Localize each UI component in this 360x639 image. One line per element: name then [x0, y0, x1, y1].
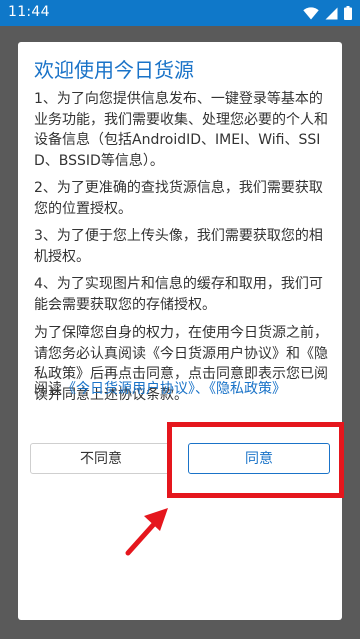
pointer-arrow-icon — [125, 508, 168, 556]
highlight-box — [167, 422, 344, 498]
read-prefix: 阅读 — [34, 381, 62, 397]
dialog-title: 欢迎使用今日货源 — [34, 58, 194, 82]
link-separator: 、 — [195, 381, 209, 397]
status-bar: 11:44 — [0, 0, 360, 26]
read-agreements-line: 阅读《今日货源用户协议》、《隐私政策》 — [34, 378, 286, 398]
privacy-policy-link[interactable]: 《隐私政策》 — [209, 381, 286, 397]
dialog-body: 1、为了向您提供信息发布、一键登录等基本的业务功能，我们需要收集、处理您必要的个… — [34, 89, 330, 412]
disagree-button[interactable]: 不同意 — [30, 443, 172, 474]
status-icons — [303, 6, 352, 20]
wifi-icon — [303, 6, 319, 19]
battery-icon — [344, 6, 352, 20]
signal-icon — [325, 7, 338, 19]
status-time: 11:44 — [8, 4, 50, 20]
user-agreement-link[interactable]: 《今日货源用户协议》 — [62, 381, 195, 397]
clause-camera: 3、为了便于您上传头像，我们需要获取您的相机授权。 — [34, 228, 323, 265]
privacy-dialog: 欢迎使用今日货源 1、为了向您提供信息发布、一键登录等基本的业务功能，我们需要收… — [18, 42, 342, 620]
clause-storage: 4、为了实现图片和信息的缓存和取用，我们可能会需要获取您的存储授权。 — [34, 276, 323, 313]
clause-device-info: 1、为了向您提供信息发布、一键登录等基本的业务功能，我们需要收集、处理您必要的个… — [34, 91, 328, 169]
clause-location: 2、为了更准确的查找货源信息，我们需要获取您的位置授权。 — [34, 180, 323, 217]
